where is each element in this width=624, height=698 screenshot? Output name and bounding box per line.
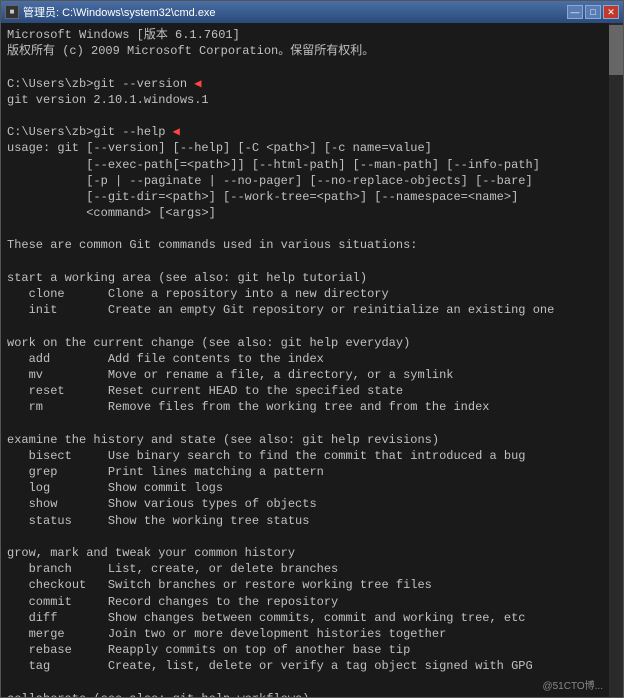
console-line bbox=[7, 529, 605, 545]
console-line: grep Print lines matching a pattern bbox=[7, 464, 605, 480]
console-line: 版权所有 (c) 2009 Microsoft Corporation。保留所有… bbox=[7, 43, 605, 59]
console-line: grow, mark and tweak your common history bbox=[7, 545, 605, 561]
console-line: examine the history and state (see also:… bbox=[7, 432, 605, 448]
console-line: rm Remove files from the working tree an… bbox=[7, 399, 605, 415]
maximize-button[interactable]: □ bbox=[585, 5, 601, 19]
console-line: [-p | --paginate | --no-pager] [--no-rep… bbox=[7, 173, 605, 189]
console-line: C:\Users\zb>git --help ◀ bbox=[7, 124, 605, 140]
title-bar: ■ 管理员: C:\Windows\system32\cmd.exe — □ ✕ bbox=[1, 1, 623, 23]
arrow-icon: ◀ bbox=[194, 77, 201, 91]
console-line: C:\Users\zb>git --version ◀ bbox=[7, 76, 605, 92]
console-line: <command> [<args>] bbox=[7, 205, 605, 221]
console-line: tag Create, list, delete or verify a tag… bbox=[7, 658, 605, 674]
console-line: start a working area (see also: git help… bbox=[7, 270, 605, 286]
console-line: add Add file contents to the index bbox=[7, 351, 605, 367]
close-button[interactable]: ✕ bbox=[603, 5, 619, 19]
arrow-icon: ◀ bbox=[173, 125, 180, 139]
title-bar-buttons: — □ ✕ bbox=[567, 5, 619, 19]
console-output: Microsoft Windows [版本 6.1.7601] 版权所有 (c)… bbox=[1, 23, 623, 697]
console-line: clone Clone a repository into a new dire… bbox=[7, 286, 605, 302]
console-line: collaborate (see also: git help workflow… bbox=[7, 691, 605, 697]
minimize-button[interactable]: — bbox=[567, 5, 583, 19]
console-line: show Show various types of objects bbox=[7, 496, 605, 512]
console-line: usage: git [--version] [--help] [-C <pat… bbox=[7, 140, 605, 156]
window-icon: ■ bbox=[5, 5, 19, 19]
console-line: rebase Reapply commits on top of another… bbox=[7, 642, 605, 658]
console-line: Microsoft Windows [版本 6.1.7601] bbox=[7, 27, 605, 43]
console-line bbox=[7, 416, 605, 432]
console-line: reset Reset current HEAD to the specifie… bbox=[7, 383, 605, 399]
console-line bbox=[7, 59, 605, 75]
console-line: status Show the working tree status bbox=[7, 513, 605, 529]
console-line: mv Move or rename a file, a directory, o… bbox=[7, 367, 605, 383]
console-line: work on the current change (see also: gi… bbox=[7, 335, 605, 351]
scrollbar[interactable] bbox=[609, 23, 623, 697]
console-line: diff Show changes between commits, commi… bbox=[7, 610, 605, 626]
console-line: merge Join two or more development histo… bbox=[7, 626, 605, 642]
console-line bbox=[7, 254, 605, 270]
console-line: [--exec-path[=<path>]] [--html-path] [--… bbox=[7, 157, 605, 173]
console-line: bisect Use binary search to find the com… bbox=[7, 448, 605, 464]
console-line bbox=[7, 675, 605, 691]
console-line: [--git-dir=<path>] [--work-tree=<path>] … bbox=[7, 189, 605, 205]
cmd-window: ■ 管理员: C:\Windows\system32\cmd.exe — □ ✕… bbox=[0, 0, 624, 698]
console-line: log Show commit logs bbox=[7, 480, 605, 496]
title-bar-left: ■ 管理员: C:\Windows\system32\cmd.exe bbox=[5, 4, 216, 20]
console-line: checkout Switch branches or restore work… bbox=[7, 577, 605, 593]
console-line: commit Record changes to the repository bbox=[7, 594, 605, 610]
scrollbar-thumb[interactable] bbox=[609, 25, 623, 75]
console-line bbox=[7, 318, 605, 334]
window-title: 管理员: C:\Windows\system32\cmd.exe bbox=[23, 4, 216, 20]
console-line bbox=[7, 221, 605, 237]
console-line: These are common Git commands used in va… bbox=[7, 237, 605, 253]
console-line: git version 2.10.1.windows.1 bbox=[7, 92, 605, 108]
watermark: @51CTO博... bbox=[542, 680, 603, 694]
console-line bbox=[7, 108, 605, 124]
console-line: branch List, create, or delete branches bbox=[7, 561, 605, 577]
console-line: init Create an empty Git repository or r… bbox=[7, 302, 605, 318]
